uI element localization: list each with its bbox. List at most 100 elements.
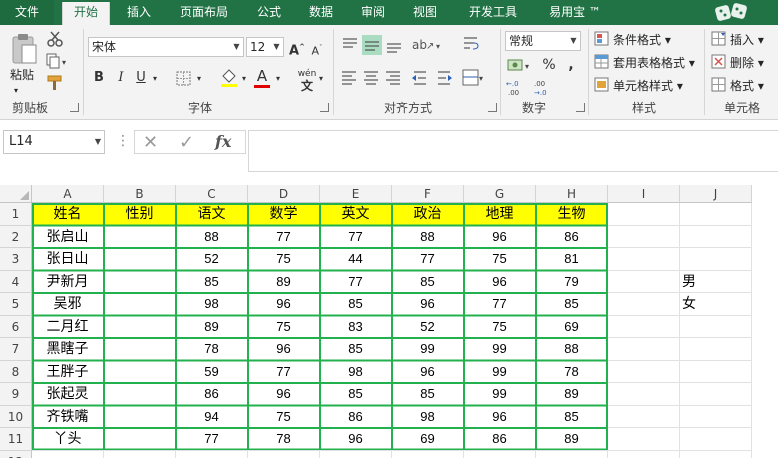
- table-cell[interactable]: 77: [320, 270, 392, 293]
- column-header[interactable]: E: [320, 185, 392, 203]
- table-cell[interactable]: 89: [536, 383, 608, 406]
- table-cell[interactable]: 96: [464, 225, 536, 248]
- grid-cell[interactable]: [464, 450, 536, 458]
- table-cell[interactable]: 77: [392, 248, 464, 271]
- column-header[interactable]: G: [464, 185, 536, 203]
- table-cell[interactable]: 98: [392, 405, 464, 428]
- paste-icon[interactable]: [10, 33, 38, 67]
- table-cell[interactable]: 85: [320, 383, 392, 406]
- decrease-indent-button[interactable]: [410, 69, 428, 87]
- row-header[interactable]: 4: [0, 270, 32, 293]
- row-header[interactable]: 6: [0, 315, 32, 338]
- font-size-combo[interactable]: 12 ▼: [246, 37, 284, 57]
- number-format-combo[interactable]: 常规 ▼: [505, 31, 581, 51]
- phonetic-dropdown-icon[interactable]: ▾: [316, 70, 326, 88]
- grid-cell[interactable]: [608, 203, 680, 226]
- table-cell[interactable]: 96: [392, 360, 464, 383]
- fill-color-icon[interactable]: [220, 68, 238, 88]
- grid-cell[interactable]: [680, 203, 752, 226]
- table-cell[interactable]: 96: [248, 338, 320, 361]
- table-cell[interactable]: 98: [320, 360, 392, 383]
- grid-cell[interactable]: [608, 293, 680, 316]
- insert-function-icon[interactable]: fx: [215, 132, 231, 151]
- grid-cell[interactable]: [680, 315, 752, 338]
- conditional-format-button[interactable]: 条件格式 ▾: [613, 32, 671, 48]
- tab-home[interactable]: 开始: [62, 2, 110, 25]
- cut-icon[interactable]: [47, 31, 63, 47]
- table-header-cell[interactable]: 语文: [176, 203, 248, 226]
- underline-button[interactable]: U: [134, 69, 148, 87]
- table-cell[interactable]: 77: [320, 225, 392, 248]
- column-header[interactable]: A: [32, 185, 104, 203]
- paste-button[interactable]: 粘贴: [10, 67, 34, 83]
- table-cell[interactable]: 86: [464, 428, 536, 451]
- table-cell[interactable]: [104, 338, 176, 361]
- table-cell[interactable]: 44: [320, 248, 392, 271]
- table-cell[interactable]: 85: [536, 405, 608, 428]
- percent-button[interactable]: %: [540, 56, 558, 74]
- table-cell[interactable]: 99: [464, 338, 536, 361]
- grid-cell[interactable]: [608, 315, 680, 338]
- table-cell[interactable]: 78: [536, 360, 608, 383]
- table-cell[interactable]: 黑瞎子: [32, 338, 104, 361]
- font-color-dropdown-icon[interactable]: ▾: [273, 70, 283, 88]
- column-header[interactable]: F: [392, 185, 464, 203]
- column-header[interactable]: I: [608, 185, 680, 203]
- row-header[interactable]: 2: [0, 225, 32, 248]
- table-header-cell[interactable]: 英文: [320, 203, 392, 226]
- grid-cell[interactable]: [536, 450, 608, 458]
- wrap-text-icon[interactable]: [462, 35, 480, 53]
- table-cell[interactable]: 75: [464, 315, 536, 338]
- italic-button[interactable]: I: [114, 69, 128, 87]
- table-cell[interactable]: 59: [176, 360, 248, 383]
- font-color-icon[interactable]: A: [254, 67, 270, 85]
- table-cell[interactable]: 77: [464, 293, 536, 316]
- column-header[interactable]: D: [248, 185, 320, 203]
- name-box[interactable]: L14 ▼: [3, 130, 105, 154]
- side-list-cell[interactable]: 男: [680, 270, 752, 293]
- grid-cell[interactable]: [392, 450, 464, 458]
- table-cell[interactable]: 96: [248, 293, 320, 316]
- table-cell[interactable]: [104, 405, 176, 428]
- table-cell[interactable]: 99: [464, 383, 536, 406]
- table-cell[interactable]: 尹新月: [32, 270, 104, 293]
- table-cell[interactable]: 96: [392, 293, 464, 316]
- column-header[interactable]: H: [536, 185, 608, 203]
- grid-cell[interactable]: [680, 248, 752, 271]
- increase-indent-button[interactable]: [436, 69, 454, 87]
- borders-dropdown-icon[interactable]: ▾: [194, 70, 204, 88]
- table-cell[interactable]: [104, 225, 176, 248]
- table-cell[interactable]: 77: [248, 225, 320, 248]
- grid-cell[interactable]: [680, 428, 752, 451]
- table-header-cell[interactable]: 生物: [536, 203, 608, 226]
- tab-developer[interactable]: 开发工具: [458, 0, 528, 25]
- format-painter-icon[interactable]: [46, 75, 64, 91]
- align-bottom-button[interactable]: [384, 35, 404, 55]
- grid-cell[interactable]: [248, 450, 320, 458]
- tab-review[interactable]: 审阅: [350, 0, 396, 25]
- clipboard-launcher-icon[interactable]: [70, 103, 79, 112]
- row-header[interactable]: 3: [0, 248, 32, 271]
- side-list-cell[interactable]: 女: [680, 293, 752, 316]
- table-cell[interactable]: 94: [176, 405, 248, 428]
- row-header[interactable]: 9: [0, 383, 32, 406]
- table-cell[interactable]: 75: [464, 248, 536, 271]
- table-cell[interactable]: 78: [176, 338, 248, 361]
- table-cell[interactable]: 96: [464, 405, 536, 428]
- table-cell[interactable]: 89: [248, 270, 320, 293]
- table-cell[interactable]: [104, 248, 176, 271]
- column-header[interactable]: J: [680, 185, 752, 203]
- table-cell[interactable]: 99: [464, 360, 536, 383]
- comma-style-button[interactable]: ,: [562, 56, 580, 74]
- align-middle-button[interactable]: [362, 35, 382, 55]
- table-cell[interactable]: 86: [320, 405, 392, 428]
- table-cell[interactable]: 75: [248, 405, 320, 428]
- table-cell[interactable]: 99: [392, 338, 464, 361]
- delete-cells-button[interactable]: 删除 ▾: [730, 55, 764, 71]
- grid-cell[interactable]: [680, 405, 752, 428]
- cell-styles-button[interactable]: 单元格样式 ▾: [613, 78, 683, 94]
- grid-cell[interactable]: [608, 248, 680, 271]
- alignment-launcher-icon[interactable]: [488, 103, 497, 112]
- table-cell[interactable]: 85: [392, 383, 464, 406]
- row-header[interactable]: 11: [0, 428, 32, 451]
